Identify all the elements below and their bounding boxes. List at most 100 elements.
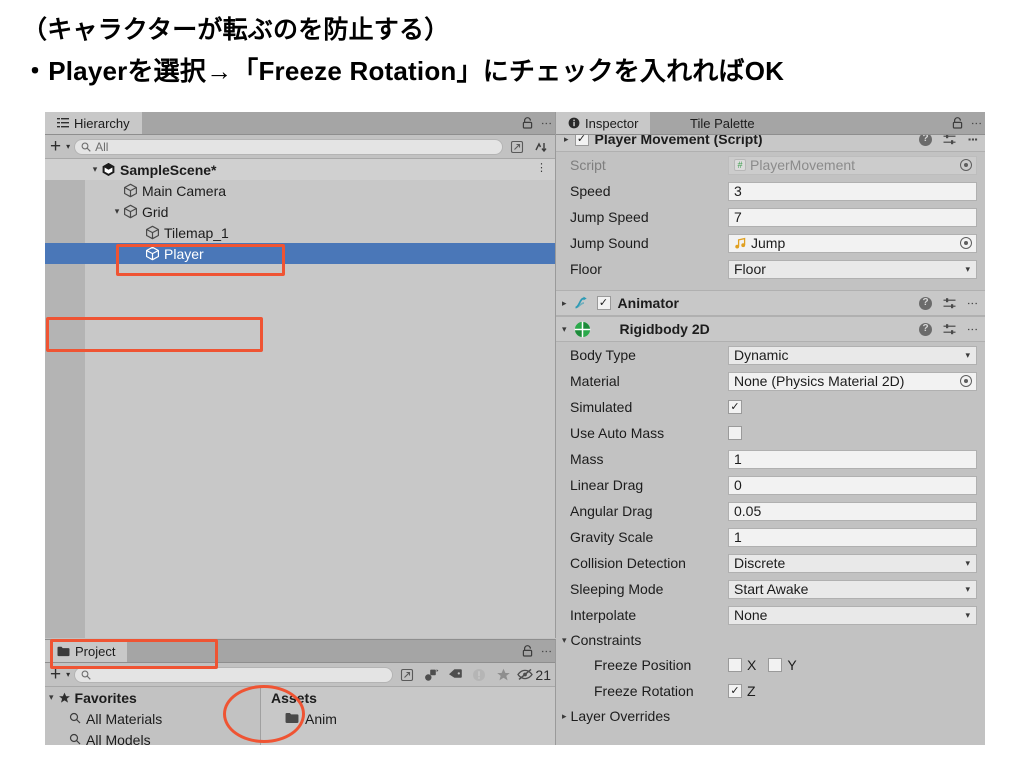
help-icon[interactable]: ? (919, 322, 932, 336)
sort-icon[interactable] (531, 138, 551, 156)
add-gameobject-button[interactable]: + (49, 137, 62, 156)
constraints-foldout[interactable]: ▾ Constraints (556, 628, 985, 652)
hierarchy-row-player[interactable]: Player (45, 243, 555, 264)
favorites-header-row[interactable]: ▾ Favorites (45, 687, 260, 708)
tab-hierarchy[interactable]: Hierarchy (45, 112, 142, 134)
star-icon (58, 692, 71, 704)
chevron-down-icon[interactable]: ▾ (562, 324, 567, 335)
chevron-down-icon[interactable]: ▾ (89, 164, 101, 175)
object-picker-icon[interactable] (960, 237, 972, 249)
preset-sliders-icon[interactable] (943, 297, 956, 310)
create-asset-caret-icon[interactable]: ▾ (66, 670, 70, 679)
player-movement-jump-speed-input[interactable]: 7 (728, 207, 977, 227)
rigidbody-collision-detection-label: Collision Detection (570, 555, 686, 571)
rigidbody2d-component-header[interactable]: ▾ Rigidbody 2D ? ⋮ (556, 316, 985, 342)
rigidbody-mass-input[interactable]: 1 (728, 449, 977, 469)
rigidbody-angular-drag-row: Angular Drag 0.05 (556, 498, 985, 524)
chevron-right-icon: ▸ (562, 710, 567, 721)
filter-by-type-icon[interactable] (421, 666, 441, 684)
player-movement-component-header[interactable]: ▸ ✓ Player Movement (Script) ? ⋮ (556, 135, 985, 152)
project-browser: ▾ Favorites All Materials All Models Asse… (45, 687, 555, 745)
tab-tile-palette[interactable]: Tile Palette (678, 112, 767, 134)
chevron-down-icon: ▾ (965, 557, 970, 568)
favorites-item[interactable]: All Models (45, 729, 260, 745)
help-icon[interactable]: ? (919, 296, 932, 310)
hierarchy-search-input[interactable]: All (74, 138, 503, 155)
help-icon[interactable]: ? (919, 135, 932, 146)
favorites-item[interactable]: All Materials (45, 708, 260, 729)
rigidbody-material-row: Material None (Physics Material 2D) (556, 368, 985, 394)
animator-component-header[interactable]: ▸ ✓ Animator ? ⋮ (556, 290, 985, 316)
rigidbody-angular-drag-input[interactable]: 0.05 (728, 501, 977, 521)
component-header-actions: ? ⋮ (919, 135, 978, 146)
rigidbody-sleeping-mode-dropdown[interactable]: Start Awake ▾ (728, 579, 977, 599)
kebab-menu-icon[interactable]: ⋮ (966, 324, 978, 335)
expand-window-icon[interactable] (397, 666, 417, 684)
lock-icon[interactable] (522, 117, 533, 129)
preset-sliders-icon[interactable] (943, 135, 956, 146)
animator-header-actions: ? ⋮ (919, 296, 978, 310)
rigidbody-gravity-scale-label: Gravity Scale (570, 529, 654, 545)
freeze-position-y-checkbox[interactable] (768, 658, 783, 672)
player-movement-jump-sound-object-field[interactable]: Jump (728, 233, 977, 253)
rigidbody-simulated-checkbox[interactable]: ✓ (728, 400, 742, 414)
kebab-menu-icon[interactable]: ⋮ (540, 646, 552, 657)
project-tabbar-actions: ⋮ (522, 640, 552, 662)
rigidbody-use-auto-mass-checkbox[interactable] (728, 426, 742, 440)
kebab-menu-icon[interactable]: ⋮ (966, 135, 978, 145)
kebab-menu-icon[interactable]: ⋮ (540, 118, 552, 129)
freeze-position-x-checkbox[interactable] (728, 658, 742, 672)
rigidbody-sleeping-mode-value: Start Awake (734, 581, 809, 597)
star-icon[interactable] (493, 666, 513, 684)
project-search-input[interactable] (74, 666, 394, 683)
chevron-down-icon[interactable]: ▾ (111, 206, 123, 217)
player-movement-script-object-field[interactable]: # PlayerMovement (728, 155, 977, 175)
rigidbody-gravity-scale-value: 1 (734, 529, 742, 545)
animator-icon (574, 296, 590, 310)
player-movement-speed-input[interactable]: 3 (728, 181, 977, 201)
rigidbody-sleeping-mode-label: Sleeping Mode (570, 581, 664, 597)
player-movement-floor-dropdown[interactable]: Floor ▾ (728, 259, 977, 279)
folder-icon (57, 646, 70, 657)
preset-sliders-icon[interactable] (943, 323, 956, 336)
rigidbody-mass-value: 1 (734, 451, 742, 467)
assets-item[interactable]: Anim (261, 708, 555, 729)
chevron-right-icon[interactable]: ▸ (562, 298, 567, 309)
animator-enabled-checkbox[interactable]: ✓ (596, 296, 611, 310)
rigidbody-collision-detection-dropdown[interactable]: Discrete ▾ (728, 553, 977, 573)
freeze-rotation-z-checkbox[interactable]: ✓ (728, 684, 742, 698)
tab-inspector[interactable]: Inspector (556, 112, 651, 134)
search-icon (81, 142, 91, 152)
hierarchy-row-grid[interactable]: ▾ Grid (45, 201, 555, 222)
rigidbody-interpolate-dropdown[interactable]: None ▾ (728, 605, 977, 625)
hidden-assets-toggle[interactable]: 21 (517, 666, 551, 684)
kebab-menu-icon[interactable]: ⋮ (536, 163, 547, 174)
rigidbody-linear-drag-input[interactable]: 0 (728, 475, 977, 495)
player-movement-script-row: Script # PlayerMovement (556, 152, 985, 178)
label-tag-icon[interactable] (445, 666, 465, 684)
rigidbody-body-type-dropdown[interactable]: Dynamic ▾ (728, 345, 977, 365)
lock-icon[interactable] (952, 117, 963, 129)
hidden-eye-icon (517, 668, 534, 681)
lock-icon[interactable] (522, 645, 533, 657)
add-gameobject-caret-icon[interactable]: ▾ (66, 142, 70, 151)
kebab-menu-icon[interactable]: ⋮ (970, 118, 982, 129)
layer-overrides-foldout[interactable]: ▸ Layer Overrides (556, 704, 985, 728)
warning-icon[interactable] (469, 666, 489, 684)
rigidbody-gravity-scale-input[interactable]: 1 (728, 527, 977, 547)
hierarchy-row-tilemap-1[interactable]: Tilemap_1 (45, 222, 555, 243)
object-picker-icon[interactable] (960, 375, 972, 387)
component-enabled-checkbox[interactable]: ✓ (574, 135, 589, 146)
rigidbody-material-object-field[interactable]: None (Physics Material 2D) (728, 371, 977, 391)
player-movement-floor-row: Floor Floor ▾ (556, 256, 985, 282)
info-icon (568, 117, 580, 129)
object-picker-icon[interactable] (960, 159, 972, 171)
hierarchy-row-samplescene[interactable]: ▾ SampleScene* ⋮ (45, 159, 555, 180)
inspector-tabbar: Inspector Tile Palette ⋮ (556, 112, 985, 135)
tab-project[interactable]: Project (45, 640, 128, 662)
favorites-item-label: All Models (86, 731, 151, 746)
kebab-menu-icon[interactable]: ⋮ (966, 298, 978, 309)
create-asset-button[interactable]: + (49, 665, 62, 684)
hierarchy-row-main-camera[interactable]: Main Camera (45, 180, 555, 201)
expand-window-icon[interactable] (507, 138, 527, 156)
